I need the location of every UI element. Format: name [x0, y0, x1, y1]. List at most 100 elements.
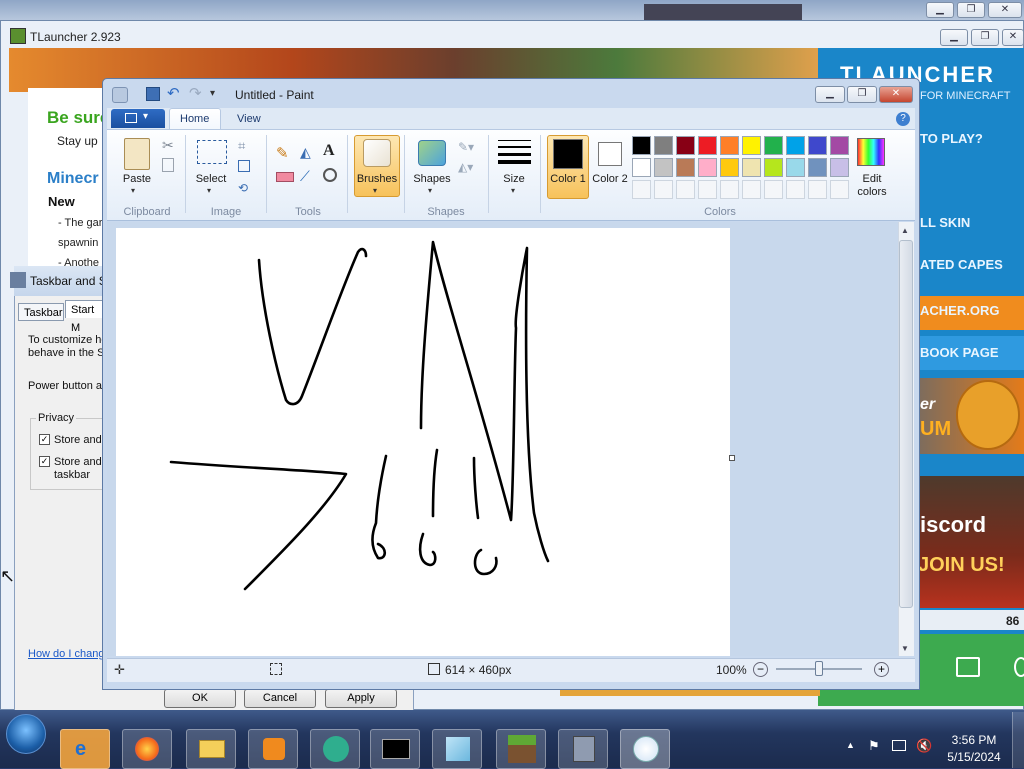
color-swatch[interactable] [632, 158, 651, 177]
tl-minimize-button[interactable]: ▁ [940, 29, 968, 46]
action-center-flag-icon[interactable]: ⚑ [868, 738, 880, 754]
tl-maximize-button[interactable]: ❐ [971, 29, 999, 46]
color-swatch[interactable] [786, 180, 805, 199]
color-swatch[interactable] [654, 180, 673, 199]
tray-expand-icon[interactable]: ▲ [846, 740, 855, 750]
sidebar-link[interactable]: ATED CAPES [920, 257, 1003, 272]
taskbar-firefox[interactable] [122, 729, 172, 769]
color-swatch[interactable] [676, 158, 695, 177]
show-desktop-button[interactable] [1012, 712, 1024, 768]
tab-taskbar[interactable]: Taskbar [18, 303, 64, 321]
volume-muted-icon[interactable]: 🔇 [916, 738, 932, 754]
color-swatch[interactable] [830, 136, 849, 155]
network-icon[interactable] [892, 740, 906, 751]
paste-button[interactable]: Paste [117, 173, 157, 185]
text-tool-icon[interactable]: A [323, 142, 335, 160]
color2-swatch[interactable] [598, 142, 622, 166]
sidebar-link[interactable]: LL SKIN [920, 215, 970, 230]
color-swatch[interactable] [632, 136, 651, 155]
shapes-dropdown-icon[interactable]: ▾ [428, 186, 432, 195]
edit-colors-icon[interactable] [857, 138, 885, 166]
save-icon[interactable] [146, 87, 160, 101]
tl-close-button[interactable]: ✕ [1002, 29, 1024, 46]
privacy-checkbox[interactable]: ✓ [39, 434, 50, 445]
color-picker-icon[interactable]: ⟋ [300, 168, 310, 185]
shapes-button[interactable]: Shapes [409, 173, 455, 185]
color-swatch[interactable] [808, 158, 827, 177]
facebook-link[interactable]: BOOK PAGE [920, 345, 999, 360]
tab-start-menu[interactable]: Start M [65, 300, 105, 334]
color-swatch[interactable] [698, 180, 717, 199]
color-swatch[interactable] [742, 180, 761, 199]
fill-icon[interactable]: ◭ [300, 144, 311, 161]
color-swatch[interactable] [764, 136, 783, 155]
select-dropdown-icon[interactable]: ▾ [207, 186, 211, 195]
color-swatch[interactable] [830, 158, 849, 177]
start-button[interactable] [6, 714, 46, 754]
canvas-resize-handle[interactable] [729, 455, 735, 461]
paint-menu-button[interactable]: ▾ [111, 109, 165, 128]
clock-date[interactable]: 5/15/2024 [942, 750, 1006, 764]
color-swatch[interactable] [808, 180, 827, 199]
copy-icon[interactable] [162, 158, 174, 172]
color-swatch[interactable] [720, 136, 739, 155]
bg-minimize-button[interactable]: ▁ [926, 2, 954, 18]
paint-minimize-button[interactable]: ▁ [815, 86, 845, 103]
color-swatch[interactable] [742, 158, 761, 177]
scroll-down-icon[interactable]: ▼ [901, 644, 909, 653]
zoom-out-button[interactable]: − [753, 662, 768, 677]
taskbar-app[interactable] [310, 729, 360, 769]
select-button[interactable]: Select [190, 173, 232, 185]
drawing-canvas[interactable] [116, 228, 730, 656]
edit-colors-button[interactable]: Edit colors [851, 173, 893, 199]
shapes-icon[interactable] [418, 140, 446, 166]
taskbar-explorer[interactable] [186, 729, 236, 769]
redo-icon[interactable]: ↷ [189, 84, 202, 102]
apply-button[interactable]: Apply [325, 689, 397, 708]
color-swatch[interactable] [720, 158, 739, 177]
color-swatch[interactable] [764, 158, 783, 177]
size-dropdown-icon[interactable]: ▾ [511, 186, 515, 195]
bg-maximize-button[interactable]: ❐ [957, 2, 985, 18]
pencil-icon[interactable]: ✎ [276, 144, 289, 162]
site-link[interactable]: ACHER.ORG [920, 303, 999, 318]
taskbar-ie[interactable]: e [60, 729, 110, 769]
color2-label[interactable]: Color 2 [592, 173, 628, 186]
crop-icon[interactable]: ⌗ [238, 138, 245, 154]
scroll-up-icon[interactable]: ▲ [901, 226, 909, 235]
color-swatch[interactable] [632, 180, 651, 199]
paint-maximize-button[interactable]: ❐ [847, 86, 877, 103]
undo-icon[interactable]: ↶ [167, 84, 180, 102]
fill-shape-icon[interactable]: ◭▾ [458, 160, 473, 174]
help-icon[interactable]: ? [896, 112, 910, 126]
scrollbar-thumb[interactable] [899, 240, 913, 608]
cancel-button[interactable]: Cancel [244, 689, 316, 708]
cut-icon[interactable]: ✂ [162, 137, 174, 154]
color-swatch[interactable] [742, 136, 761, 155]
color-swatch[interactable] [654, 136, 673, 155]
ok-button[interactable]: OK [164, 689, 236, 708]
color-swatch[interactable] [830, 180, 849, 199]
color-swatch[interactable] [698, 158, 717, 177]
color-swatch[interactable] [786, 158, 805, 177]
size-button[interactable]: Size [494, 173, 534, 185]
bg-close-button[interactable]: ✕ [988, 2, 1022, 18]
clock-time[interactable]: 3:56 PM [942, 733, 1006, 747]
taskbar-notepad[interactable] [432, 729, 482, 769]
color-swatch[interactable] [676, 180, 695, 199]
eraser-icon[interactable] [276, 172, 294, 182]
rotate-icon[interactable]: ⟲ [238, 181, 248, 195]
paste-icon[interactable] [124, 138, 150, 170]
paste-dropdown-icon[interactable]: ▾ [131, 186, 135, 195]
folder-icon[interactable] [956, 657, 980, 677]
taskbar-paint[interactable] [620, 729, 670, 769]
color-swatch[interactable] [720, 180, 739, 199]
settings-icon[interactable] [1014, 657, 1024, 677]
taskbar-properties[interactable] [558, 729, 608, 769]
color-swatch[interactable] [654, 158, 673, 177]
color-swatch[interactable] [764, 180, 783, 199]
sidebar-link[interactable]: TO PLAY? [920, 131, 983, 146]
color-swatch[interactable] [698, 136, 717, 155]
color-swatch[interactable] [786, 136, 805, 155]
color-swatch[interactable] [676, 136, 695, 155]
